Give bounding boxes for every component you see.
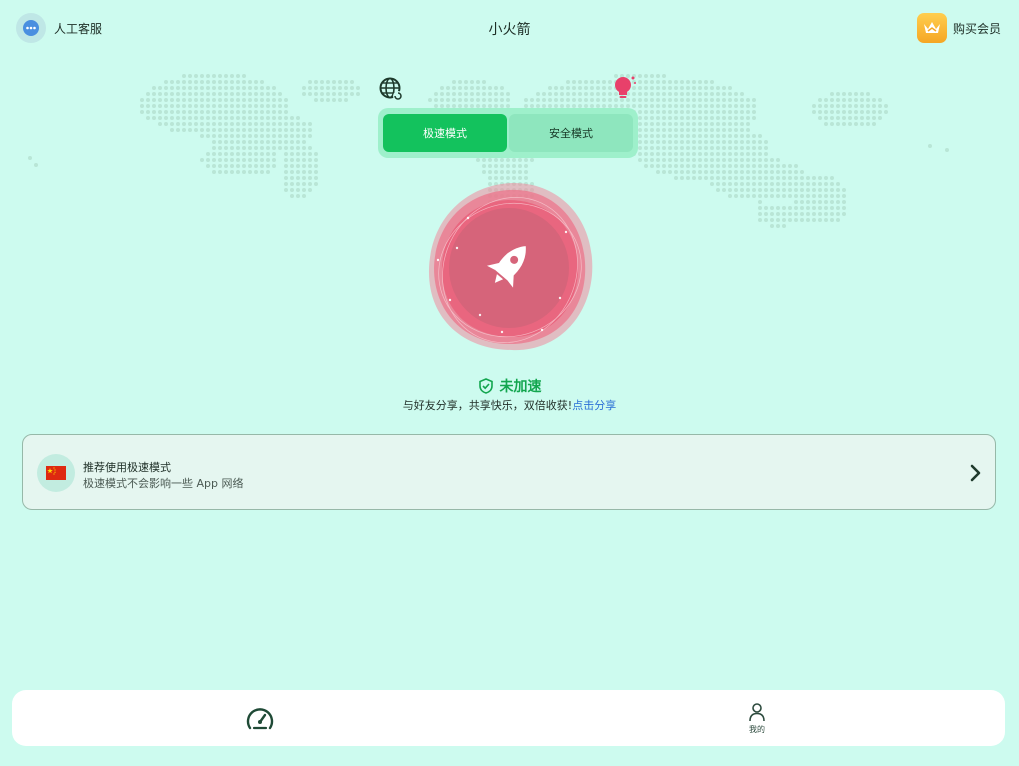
status-label: 未加速 xyxy=(499,379,542,395)
mode-switch: 极速模式 安全模式 xyxy=(378,108,638,158)
safe-mode-tab[interactable]: 安全模式 xyxy=(509,114,633,152)
shield-check-icon xyxy=(478,378,493,394)
speedometer-icon xyxy=(246,708,274,730)
recommend-title: 推荐使用极速模式 xyxy=(83,461,171,474)
lightbulb-icon[interactable] xyxy=(612,74,638,102)
crown-icon xyxy=(916,13,947,43)
connection-status: 未加速 xyxy=(0,376,1019,396)
accelerate-button[interactable] xyxy=(420,180,600,355)
recommend-subtitle: 极速模式不会影响一些 App 网络 xyxy=(83,477,244,490)
person-icon xyxy=(749,703,765,722)
nav-item-me[interactable]: 我的 xyxy=(740,702,774,735)
fast-mode-tab[interactable]: 极速模式 xyxy=(383,114,507,152)
china-flag-icon xyxy=(37,454,75,492)
recommend-mode-card[interactable]: 推荐使用极速模式 极速模式不会影响一些 App 网络 xyxy=(22,434,996,510)
chevron-right-icon xyxy=(970,464,981,482)
app-title: 小火箭 xyxy=(488,22,531,38)
share-message: 与好友分享，共享快乐，双倍收获! xyxy=(402,399,573,412)
bottom-nav: 我的 xyxy=(12,690,1005,746)
globe-refresh-icon[interactable] xyxy=(378,76,404,102)
nav-me-label: 我的 xyxy=(749,725,765,734)
share-text: 与好友分享，共享快乐，双倍收获!点击分享 xyxy=(0,397,1019,413)
buy-membership-button[interactable]: 购买会员 xyxy=(916,13,1001,43)
share-link[interactable]: 点击分享 xyxy=(572,399,616,412)
nav-item-speed[interactable] xyxy=(245,705,275,735)
buy-membership-label: 购买会员 xyxy=(952,21,1001,36)
